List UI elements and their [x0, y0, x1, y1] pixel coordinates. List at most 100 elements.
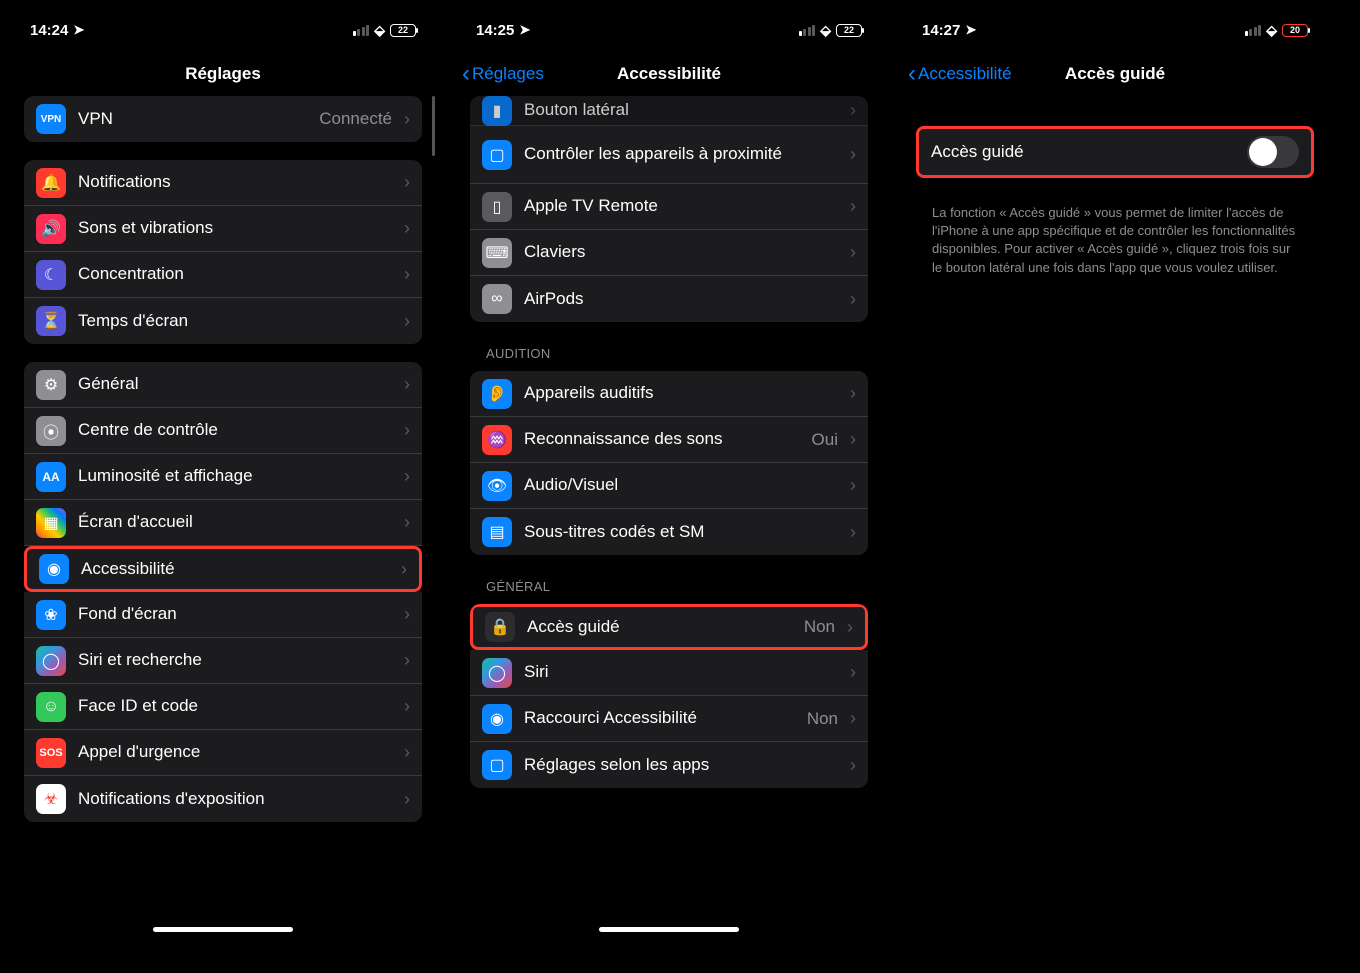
battery-icon: 22 — [390, 24, 416, 37]
nearby-control-row[interactable]: ▢Contrôler les appareils à proximité› — [470, 126, 868, 184]
page-title: Réglages — [185, 64, 261, 84]
siri-row[interactable]: ◯Siri et recherche› — [24, 638, 422, 684]
moon-icon: ☾ — [36, 260, 66, 290]
faceid-row[interactable]: ☺Face ID et code› — [24, 684, 422, 730]
emergency-row[interactable]: SOSAppel d'urgence› — [24, 730, 422, 776]
chevron-right-icon: › — [850, 662, 856, 683]
sounds-row[interactable]: 🔊Sons et vibrations› — [24, 206, 422, 252]
chevron-right-icon: › — [850, 708, 856, 729]
phone-settings: 14:24 ➤ ⬙ 22 Réglages VPN VPN Connecté ›… — [8, 8, 438, 938]
cellular-icon — [353, 25, 370, 36]
chevron-right-icon: › — [404, 466, 410, 487]
statusbar-time: 14:24 — [30, 22, 68, 39]
speaker-icon: 🔊 — [36, 214, 66, 244]
location-icon: ➤ — [965, 22, 976, 38]
statusbar-time: 14:25 — [476, 22, 514, 39]
gear-icon: ⚙ — [36, 370, 66, 400]
chevron-right-icon: › — [404, 742, 410, 763]
statusbar: 14:27 ➤ ⬙ 20 — [900, 8, 1330, 52]
battery-icon: 20 — [1282, 24, 1308, 37]
lock-icon: 🔒 — [485, 612, 515, 642]
accessibility-shortcut-row[interactable]: ◉Raccourci AccessibilitéNon› — [470, 696, 868, 742]
exposure-icon: ☣ — [36, 784, 66, 814]
sound-recognition-row[interactable]: ♒Reconnaissance des sonsOui› — [470, 417, 868, 463]
vpn-icon: VPN — [36, 104, 66, 134]
wifi-icon: ⬙ — [1266, 23, 1277, 37]
chevron-right-icon: › — [404, 789, 410, 810]
chevron-right-icon: › — [404, 696, 410, 717]
statusbar-time: 14:27 — [922, 22, 960, 39]
hourglass-icon: ⏳ — [36, 306, 66, 336]
side-button-icon: ▮ — [482, 96, 512, 126]
subtitles-row[interactable]: ▤Sous-titres codés et SM› — [470, 509, 868, 555]
chevron-right-icon: › — [404, 264, 410, 285]
chevron-right-icon: › — [850, 242, 856, 263]
statusbar: 14:25 ➤ ⬙ 22 — [454, 8, 884, 52]
wifi-icon: ⬙ — [820, 23, 831, 37]
statusbar: 14:24 ➤ ⬙ 22 — [8, 8, 438, 52]
siri-row[interactable]: ◯Siri› — [470, 650, 868, 696]
chevron-left-icon: ‹ — [462, 62, 470, 86]
guided-access-toggle-row[interactable]: Accès guidé — [919, 129, 1311, 175]
location-icon: ➤ — [73, 22, 84, 38]
subtitles-icon: ▤ — [482, 517, 512, 547]
phone-accessibility: 14:25 ➤ ⬙ 22 ‹Réglages Accessibilité ▮Bo… — [454, 8, 884, 938]
hearing-devices-row[interactable]: 👂Appareils auditifs› — [470, 371, 868, 417]
section-header-general: GÉNÉRAL — [454, 573, 884, 600]
chevron-right-icon: › — [850, 100, 856, 121]
keyboards-row[interactable]: ⌨Claviers› — [470, 230, 868, 276]
chevron-right-icon: › — [404, 604, 410, 625]
audio-visual-icon: 👁 — [482, 471, 512, 501]
exposure-row[interactable]: ☣Notifications d'exposition› — [24, 776, 422, 822]
shortcut-icon: ◉ — [482, 704, 512, 734]
wallpaper-row[interactable]: ❀Fond d'écran› — [24, 592, 422, 638]
chevron-right-icon: › — [850, 289, 856, 310]
general-row[interactable]: ⚙Général› — [24, 362, 422, 408]
chevron-right-icon: › — [404, 650, 410, 671]
navbar: ‹Accessibilité Accès guidé — [900, 52, 1330, 96]
side-button-row[interactable]: ▮Bouton latéral› — [470, 96, 868, 126]
chevron-right-icon: › — [404, 109, 410, 130]
phone-guided-access: 14:27 ➤ ⬙ 20 ‹Accessibilité Accès guidé … — [900, 8, 1330, 938]
accessibility-icon: ◉ — [39, 554, 69, 584]
control-center-row[interactable]: ⦿Centre de contrôle› — [24, 408, 422, 454]
airpods-icon: ∞ — [482, 284, 512, 314]
tv-remote-row[interactable]: ▯Apple TV Remote› — [470, 184, 868, 230]
screentime-row[interactable]: ⏳Temps d'écran› — [24, 298, 422, 344]
accessibility-row[interactable]: ◉Accessibilité› — [24, 546, 422, 592]
row-value: Connecté — [319, 109, 392, 129]
home-indicator[interactable] — [153, 927, 293, 932]
per-app-settings-row[interactable]: ▢Réglages selon les apps› — [470, 742, 868, 788]
vpn-row[interactable]: VPN VPN Connecté › — [24, 96, 422, 142]
chevron-right-icon: › — [401, 559, 407, 580]
focus-row[interactable]: ☾Concentration› — [24, 252, 422, 298]
wallpaper-icon: ❀ — [36, 600, 66, 630]
keyboard-icon: ⌨ — [482, 238, 512, 268]
airpods-row[interactable]: ∞AirPods› — [470, 276, 868, 322]
bell-icon: 🔔 — [36, 168, 66, 198]
chevron-right-icon: › — [404, 311, 410, 332]
display-row[interactable]: AALuminosité et affichage› — [24, 454, 422, 500]
home-indicator[interactable] — [599, 927, 739, 932]
back-button[interactable]: ‹Réglages — [462, 62, 544, 86]
chevron-right-icon: › — [850, 755, 856, 776]
toggle-switch[interactable] — [1247, 136, 1299, 168]
chevron-right-icon: › — [404, 512, 410, 533]
chevron-left-icon: ‹ — [908, 62, 916, 86]
audio-visual-row[interactable]: 👁Audio/Visuel› — [470, 463, 868, 509]
guided-access-description: La fonction « Accès guidé » vous permet … — [900, 196, 1330, 285]
guided-access-row[interactable]: 🔒Accès guidéNon› — [470, 604, 868, 650]
chevron-right-icon: › — [850, 522, 856, 543]
page-title: Accessibilité — [617, 64, 721, 84]
home-screen-row[interactable]: ▦Écran d'accueil› — [24, 500, 422, 546]
cellular-icon — [1245, 25, 1262, 36]
row-label: VPN — [78, 109, 307, 129]
chevron-right-icon: › — [850, 144, 856, 165]
siri-icon: ◯ — [482, 658, 512, 688]
notifications-row[interactable]: 🔔Notifications› — [24, 160, 422, 206]
section-header-hearing: AUDITION — [454, 340, 884, 367]
per-app-icon: ▢ — [482, 750, 512, 780]
back-button[interactable]: ‹Accessibilité — [908, 62, 1012, 86]
chevron-right-icon: › — [850, 475, 856, 496]
hearing-icon: 👂 — [482, 379, 512, 409]
